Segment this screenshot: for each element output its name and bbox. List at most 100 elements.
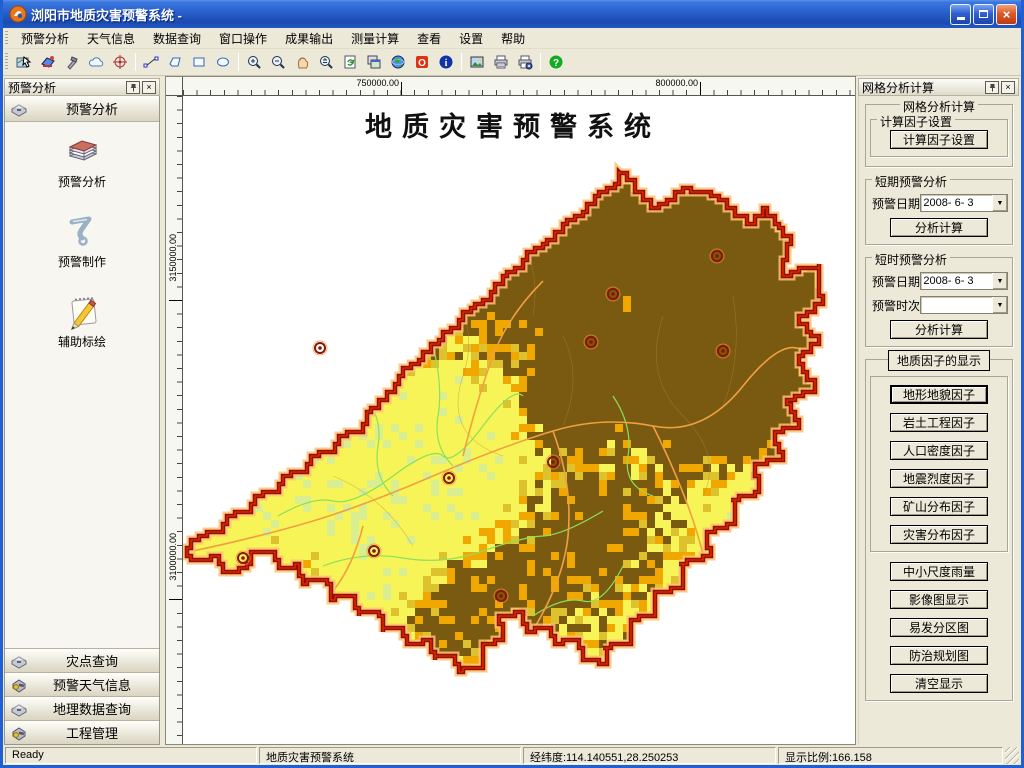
resize-grip[interactable] (1005, 747, 1019, 764)
category-geo-data-query[interactable]: 地理数据查询 (5, 696, 159, 720)
item-assist-plotting[interactable]: 辅助标绘 (5, 290, 159, 350)
factor-seismic-button[interactable]: 地震烈度因子 (890, 469, 988, 488)
tool-zoom-out[interactable] (266, 51, 290, 74)
factor-population-button[interactable]: 人口密度因子 (890, 441, 988, 460)
tool-locate[interactable] (108, 51, 132, 74)
app-window: 浏阳市地质灾害预警系统 - × 预警分析 天气信息 数据查询 窗口操作 成果输出… (0, 0, 1024, 768)
category-warning-weather-info[interactable]: 预警天气信息 (5, 672, 159, 696)
app-logo-icon (9, 5, 27, 23)
display-imagery-button[interactable]: 影像图显示 (890, 590, 988, 609)
display-prevention-plan-button[interactable]: 防治规划图 (890, 646, 988, 665)
tool-help[interactable]: ? (544, 51, 568, 74)
status-ready: Ready (5, 747, 257, 764)
titlebar: 浏阳市地质灾害预警系统 - × (3, 0, 1021, 28)
left-panel-pin-button[interactable] (126, 81, 140, 94)
tool-draw-ellipse[interactable] (211, 51, 235, 74)
chevron-down-icon[interactable]: ▼ (992, 297, 1007, 313)
factor-geotech-button[interactable]: 岩土工程因子 (890, 413, 988, 432)
tool-draw-polygon[interactable] (163, 51, 187, 74)
tool-draw-rectangle[interactable] (187, 51, 211, 74)
tool-stop[interactable]: O (410, 51, 434, 74)
tool-image-view[interactable] (465, 51, 489, 74)
display-rainfall-button[interactable]: 中小尺度雨量 (890, 562, 988, 581)
group-factors: 地质因子的显示 地形地貌因子 岩土工程因子 人口密度因子 地震烈度因子 矿山分布… (865, 359, 1013, 701)
immediate-time-select[interactable]: ▼ (920, 296, 1008, 314)
toolbar-grip[interactable] (5, 53, 8, 71)
status-scale: 显示比例:166.158 (778, 747, 1003, 764)
factor-terrain-button[interactable]: 地形地貌因子 (890, 385, 988, 404)
menu-item-data-query[interactable]: 数据查询 (144, 28, 210, 49)
item-label: 预警分析 (58, 173, 106, 190)
pin-icon (988, 83, 997, 92)
map-canvas[interactable]: 地质灾害预警系统 (183, 96, 855, 744)
tool-zoom-in[interactable] (242, 51, 266, 74)
right-panel-titlebar: 网格分析计算 × (858, 78, 1019, 96)
category-project-management[interactable]: 工程管理 (5, 720, 159, 744)
right-panel-pin-button[interactable] (985, 81, 999, 94)
group-factor-setting: 计算因子设置 计算因子设置 (870, 119, 1008, 157)
menu-item-warning-analysis[interactable]: 预警分析 (12, 28, 78, 49)
tool-print[interactable] (489, 51, 513, 74)
tool-hammer[interactable] (60, 51, 84, 74)
minimize-button[interactable] (950, 4, 971, 25)
book-icon (62, 130, 102, 170)
immediate-analyze-button[interactable]: 分析计算 (890, 320, 988, 339)
stamp-icon (9, 100, 29, 118)
tool-pan[interactable] (290, 51, 314, 74)
draw-line-icon (143, 54, 159, 70)
factor-disaster-button[interactable]: 灾害分布因子 (890, 525, 988, 544)
restore-icon (979, 10, 988, 18)
immediate-date-picker[interactable]: 2008- 6- 3▼ (920, 272, 1008, 290)
left-panel-header[interactable]: 预警分析 (5, 96, 159, 122)
svg-text:O: O (418, 58, 426, 69)
short-term-date-picker[interactable]: 2008- 6- 3▼ (920, 194, 1008, 212)
device-icon (9, 652, 29, 670)
menu-item-result-output[interactable]: 成果输出 (276, 28, 342, 49)
toolbar-separator (135, 53, 136, 71)
toolbar-separator (461, 53, 462, 71)
tool-draw-line[interactable] (139, 51, 163, 74)
draw-polygon-icon (167, 54, 183, 70)
menu-item-window-ops[interactable]: 窗口操作 (210, 28, 276, 49)
left-panel-title: 预警分析 (8, 79, 124, 96)
immediate-date-label: 预警日期 (872, 273, 920, 290)
menu-item-help[interactable]: 帮助 (492, 28, 534, 49)
tool-copy-window[interactable] (362, 51, 386, 74)
right-panel-close-button[interactable]: × (1001, 81, 1015, 94)
tool-cloud[interactable] (84, 51, 108, 74)
factor-setting-button[interactable]: 计算因子设置 (890, 130, 988, 149)
category-disaster-point-query[interactable]: 灾点查询 (5, 648, 159, 672)
menu-item-weather-info[interactable]: 天气信息 (78, 28, 144, 49)
menu-item-view[interactable]: 查看 (408, 28, 450, 49)
short-term-analyze-button[interactable]: 分析计算 (890, 218, 988, 237)
close-button[interactable]: × (996, 4, 1017, 25)
right-panel-body: 网格分析计算 计算因子设置 计算因子设置 短期预警分析 预警日期 2008- 6… (858, 96, 1019, 745)
tool-paint-layer[interactable] (36, 51, 60, 74)
cloud-icon (88, 54, 104, 70)
item-warning-analysis[interactable]: 预警分析 (5, 130, 159, 190)
toolbar-separator (238, 53, 239, 71)
display-clear-button[interactable]: 清空显示 (890, 674, 988, 693)
tool-select-area[interactable] (12, 51, 36, 74)
menu-grip[interactable] (5, 31, 8, 45)
stop-icon: O (414, 54, 430, 70)
tool-zoom-center[interactable] (314, 51, 338, 74)
tool-globe[interactable] (386, 51, 410, 74)
display-susceptibility-button[interactable]: 易发分区图 (890, 618, 988, 637)
chevron-down-icon[interactable]: ▼ (992, 273, 1007, 289)
factor-mines-button[interactable]: 矿山分布因子 (890, 497, 988, 516)
region-map[interactable]: 地质灾害预警系统 (183, 96, 855, 744)
tool-print-setup[interactable] (513, 51, 537, 74)
immediate-time-value (921, 297, 992, 313)
tool-info[interactable]: i (434, 51, 458, 74)
chevron-down-icon[interactable]: ▼ (992, 195, 1007, 211)
item-warning-production[interactable]: 预警制作 (5, 210, 159, 270)
info-icon: i (438, 54, 454, 70)
zoom-center-icon (318, 54, 334, 70)
pin-icon (129, 83, 138, 92)
menu-item-settings[interactable]: 设置 (450, 28, 492, 49)
menu-item-measure[interactable]: 测量计算 (342, 28, 408, 49)
restore-button[interactable] (973, 4, 994, 25)
tool-refresh-view[interactable] (338, 51, 362, 74)
left-panel-close-button[interactable]: × (142, 81, 156, 94)
